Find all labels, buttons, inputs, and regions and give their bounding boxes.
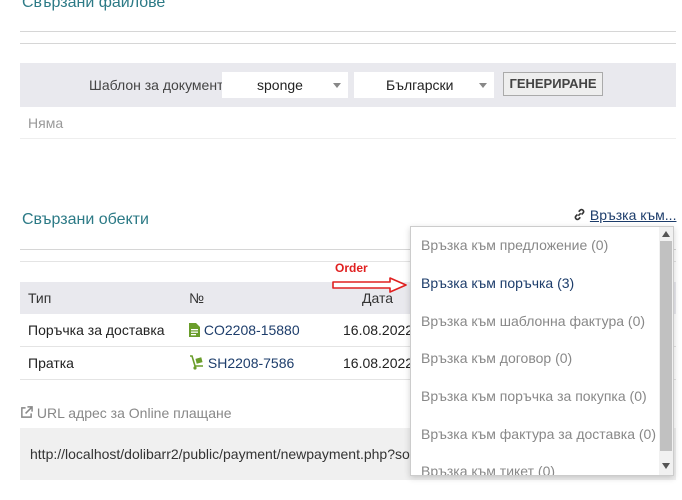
row-ref-link[interactable]: CO2208-15880 [189,322,300,338]
template-label: Шаблон за документ [89,77,224,93]
dropdown-item[interactable]: Връзка към фактура за доставка (0) [421,426,656,442]
scroll-up-icon[interactable] [662,231,670,237]
column-header-ref: № [189,290,205,306]
row-type: Поръчка за доставка [28,322,165,338]
link-to-button[interactable]: Връзка към... [573,207,676,223]
chevron-down-icon [479,83,487,88]
dropdown-item[interactable]: Връзка към поръчка (3) [421,275,574,291]
language-select[interactable]: Български [354,72,494,98]
dropdown-item[interactable]: Връзка към предложение (0) [421,237,608,253]
template-value: sponge [257,77,303,93]
row-type: Пратка [28,355,74,371]
none-text: Няма [28,115,64,131]
online-payment-label: URL адрес за Online плащане [36,405,232,421]
scroll-down-icon[interactable] [662,463,670,469]
dropdown-item[interactable]: Връзка към договор (0) [421,350,572,366]
online-payment-label-row: URL адрес за Online плащане [20,405,232,421]
generate-button[interactable]: ГЕНЕРИРАНЕ [503,72,603,96]
dropdown-item[interactable]: Връзка към тикет (0) [421,463,555,475]
annotation-label: Order [335,261,368,275]
template-select[interactable]: sponge [222,72,348,98]
document-icon [189,323,200,337]
chevron-down-icon [333,83,341,88]
linked-files-title: Свързани файлове [22,0,166,11]
external-link-icon [21,406,33,418]
link-icon [574,208,585,221]
divider [20,31,676,32]
language-value: Български [386,77,454,93]
row-ref-link[interactable]: SH2208-7586 [189,355,294,371]
dropdown-item[interactable]: Връзка към поръчка за покупка (0) [421,388,647,404]
row-date: 16.08.2022 [343,355,414,371]
annotation-arrow-icon [332,277,407,293]
link-to-dropdown[interactable]: Връзка към предложение (0) Връзка към по… [410,226,674,476]
column-header-type: Тип [28,290,52,306]
dolly-icon [190,355,203,370]
divider [20,138,676,139]
row-date: 16.08.2022 [343,322,414,338]
row-ref: SH2208-7586 [207,355,295,371]
row-ref: CO2208-15880 [203,322,300,338]
dropdown-scrollbar[interactable] [659,227,673,475]
online-payment-url: http://localhost/dolibarr2/public/paymen… [30,446,438,462]
scrollbar-thumb[interactable] [660,241,672,451]
divider [20,43,676,44]
linked-objects-title: Свързани обекти [22,211,149,228]
link-to-label: Връзка към... [589,207,677,223]
dropdown-item[interactable]: Връзка към шаблонна фактура (0) [421,313,645,329]
